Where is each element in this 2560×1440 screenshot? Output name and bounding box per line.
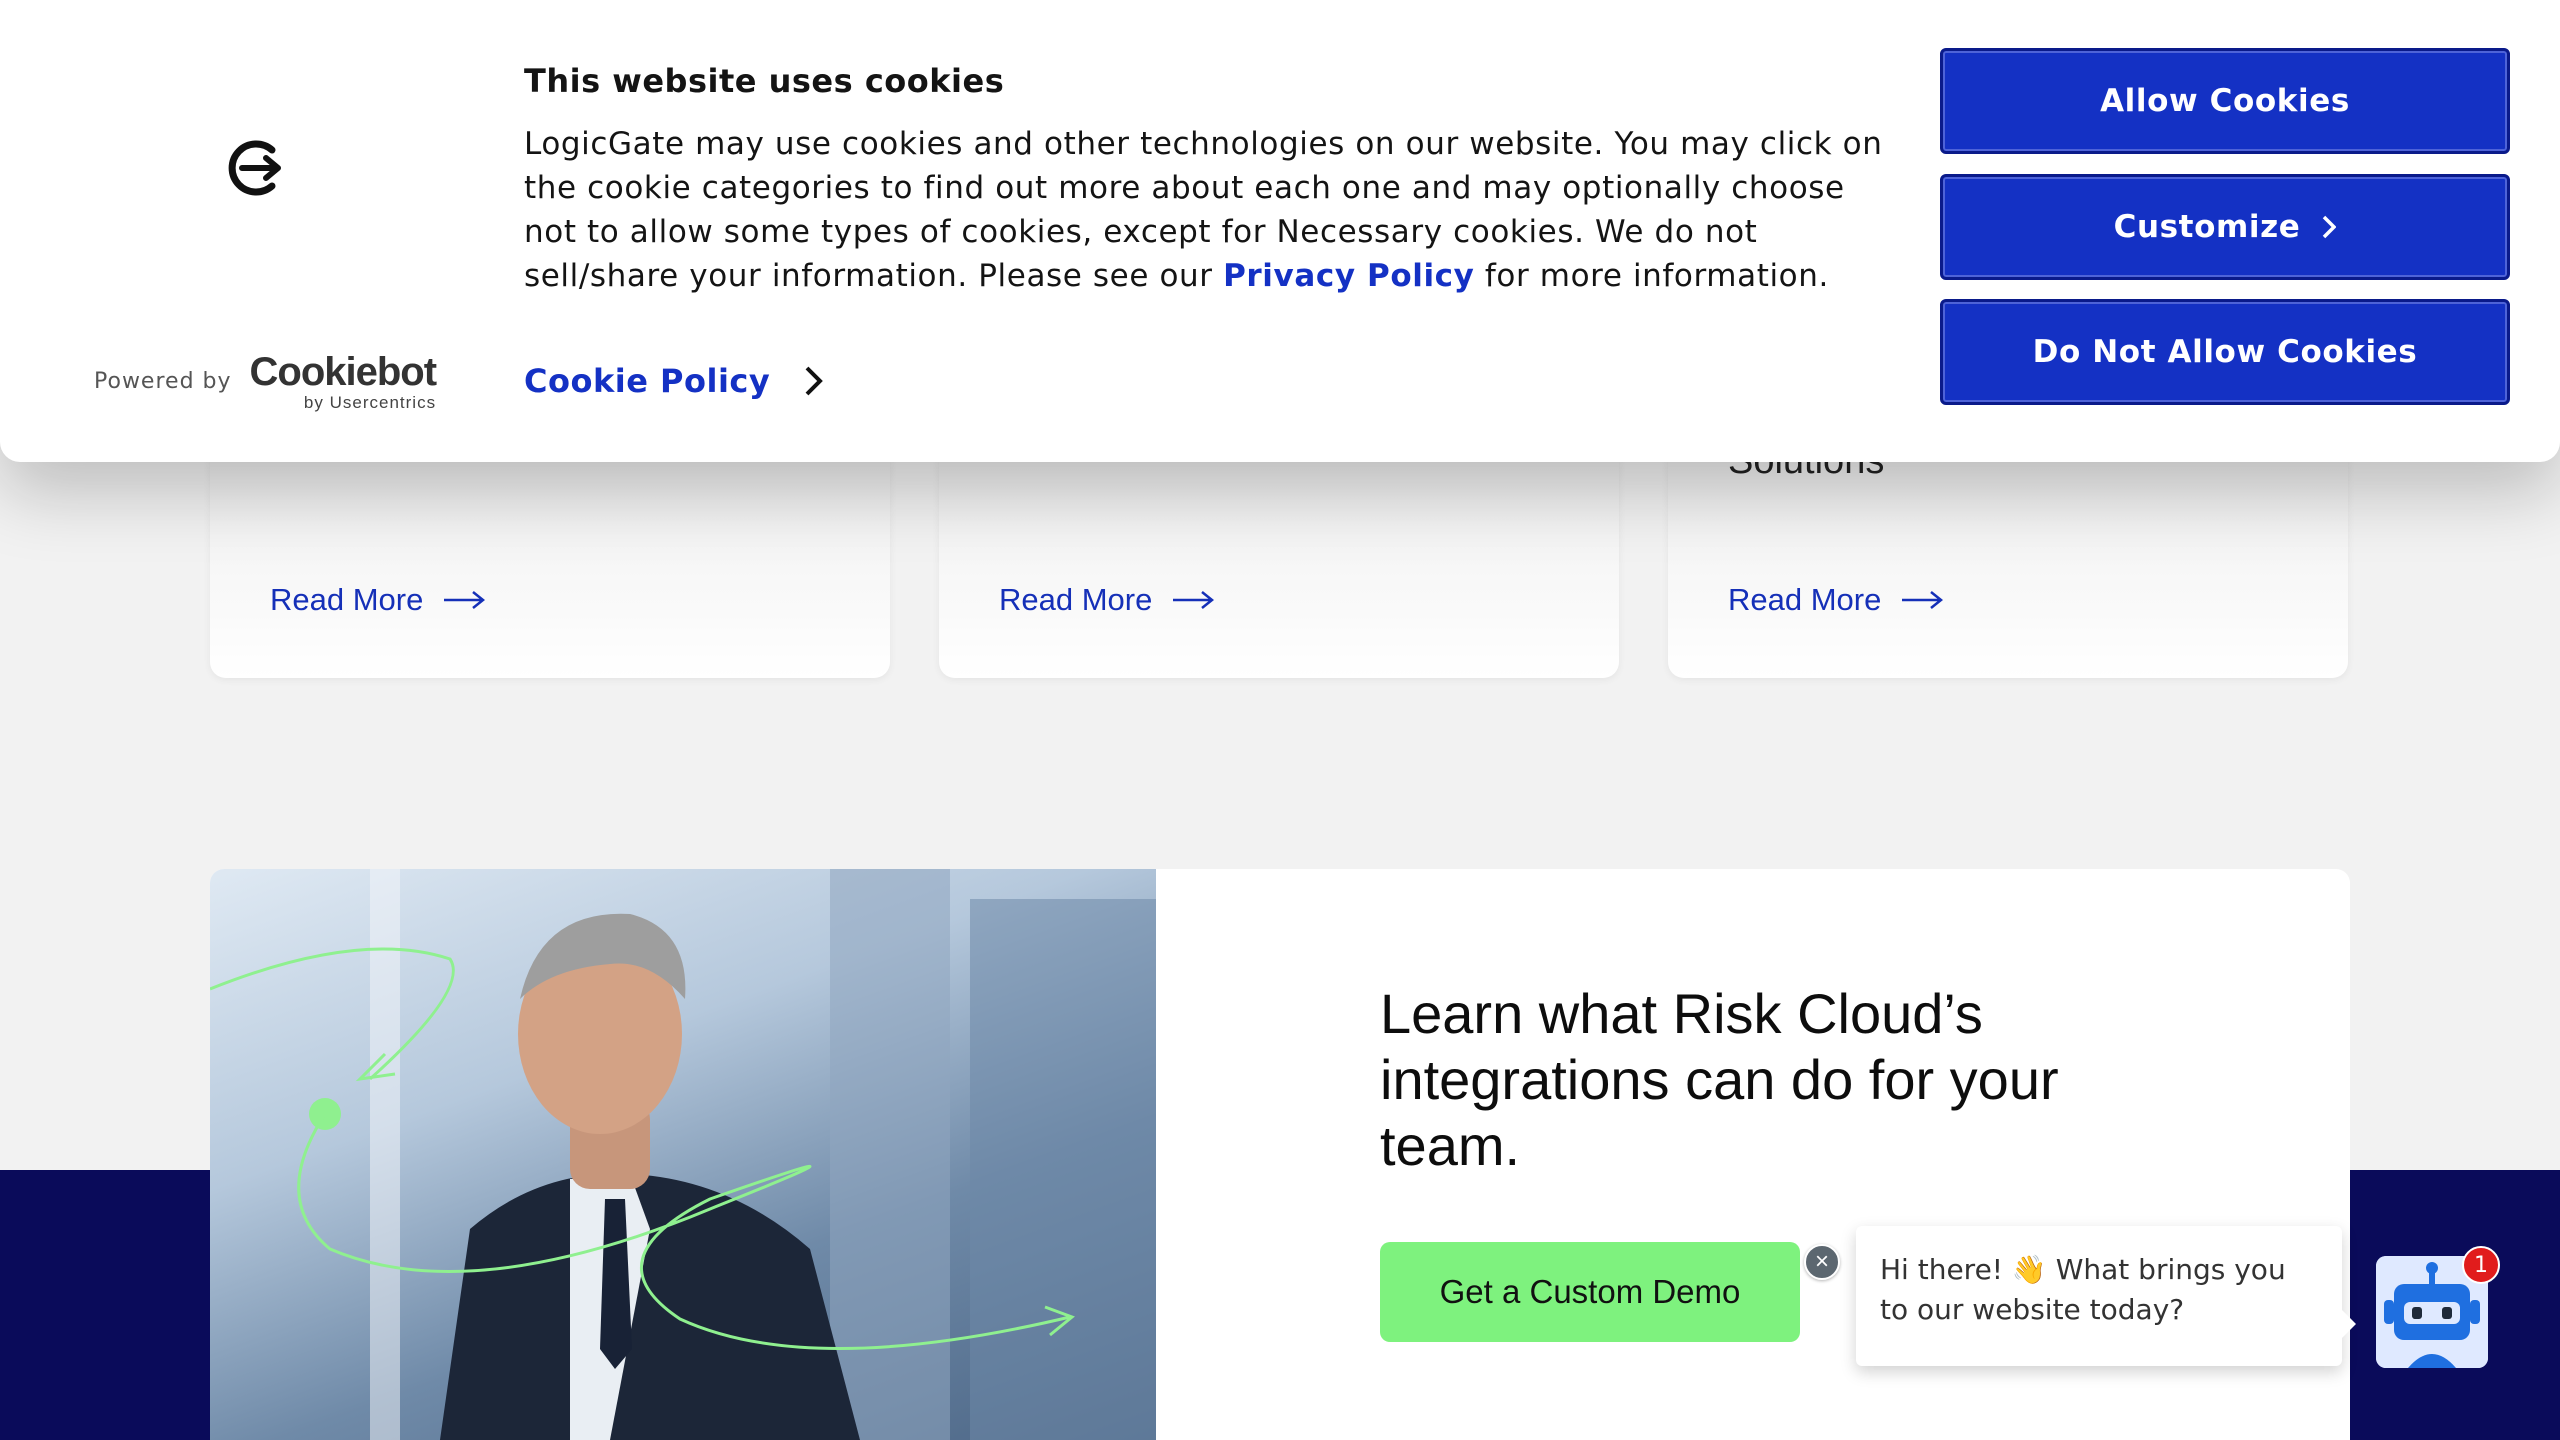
logicgate-logo-icon [228, 140, 281, 196]
read-more-link[interactable]: Read More [1728, 582, 1944, 618]
read-more-label: Read More [1728, 582, 1882, 617]
cookie-banner-title: This website uses cookies [524, 62, 1005, 100]
allow-cookies-button[interactable]: Allow Cookies [1940, 48, 2510, 154]
businessman-photo [210, 869, 1156, 1440]
do-not-allow-cookies-button[interactable]: Do Not Allow Cookies [1940, 299, 2510, 405]
get-demo-button[interactable]: Get a Custom Demo [1380, 1242, 1800, 1342]
cookie-policy-link[interactable]: Cookie Policy [524, 362, 824, 400]
arrow-right-icon [1173, 591, 1215, 609]
cookie-banner-description: LogicGate may use cookies and other tech… [524, 126, 1883, 294]
chat-close-button[interactable]: × [1804, 1244, 1840, 1280]
allow-cookies-label: Allow Cookies [2100, 83, 2350, 119]
read-more-link[interactable]: Read More [270, 582, 486, 618]
arrow-right-icon [1902, 591, 1944, 609]
customize-label: Customize [2113, 209, 2301, 245]
cta-heading: Learn what Risk Cloud’s integrations can… [1380, 982, 2059, 1177]
cookie-policy-label: Cookie Policy [524, 362, 771, 400]
powered-by-label: Powered by [94, 369, 232, 394]
cookie-consent-banner: Powered by Cookiebot by Usercentrics Thi… [0, 0, 2560, 462]
arrow-right-icon [444, 591, 486, 609]
chat-unread-badge: 1 [2462, 1246, 2500, 1284]
read-more-label: Read More [270, 582, 424, 617]
chat-message-text: Hi there! 👋 What brings you to our websi… [1880, 1253, 2286, 1326]
customize-button[interactable]: Customize [1940, 174, 2510, 280]
powered-by-cookiebot[interactable]: Powered by Cookiebot by Usercentrics [94, 350, 438, 412]
chevron-right-icon [805, 366, 824, 396]
chat-message-bubble[interactable]: Hi there! 👋 What brings you to our websi… [1856, 1226, 2356, 1366]
privacy-policy-link[interactable]: Privacy Policy [1223, 258, 1474, 294]
cookiebot-logo: Cookiebot by Usercentrics [249, 350, 438, 412]
read-more-link[interactable]: Read More [999, 582, 1215, 618]
deny-cookies-label: Do Not Allow Cookies [2032, 334, 2418, 370]
read-more-label: Read More [999, 582, 1153, 617]
photo-illustration [210, 869, 1156, 1440]
chevron-right-icon [2323, 215, 2337, 239]
